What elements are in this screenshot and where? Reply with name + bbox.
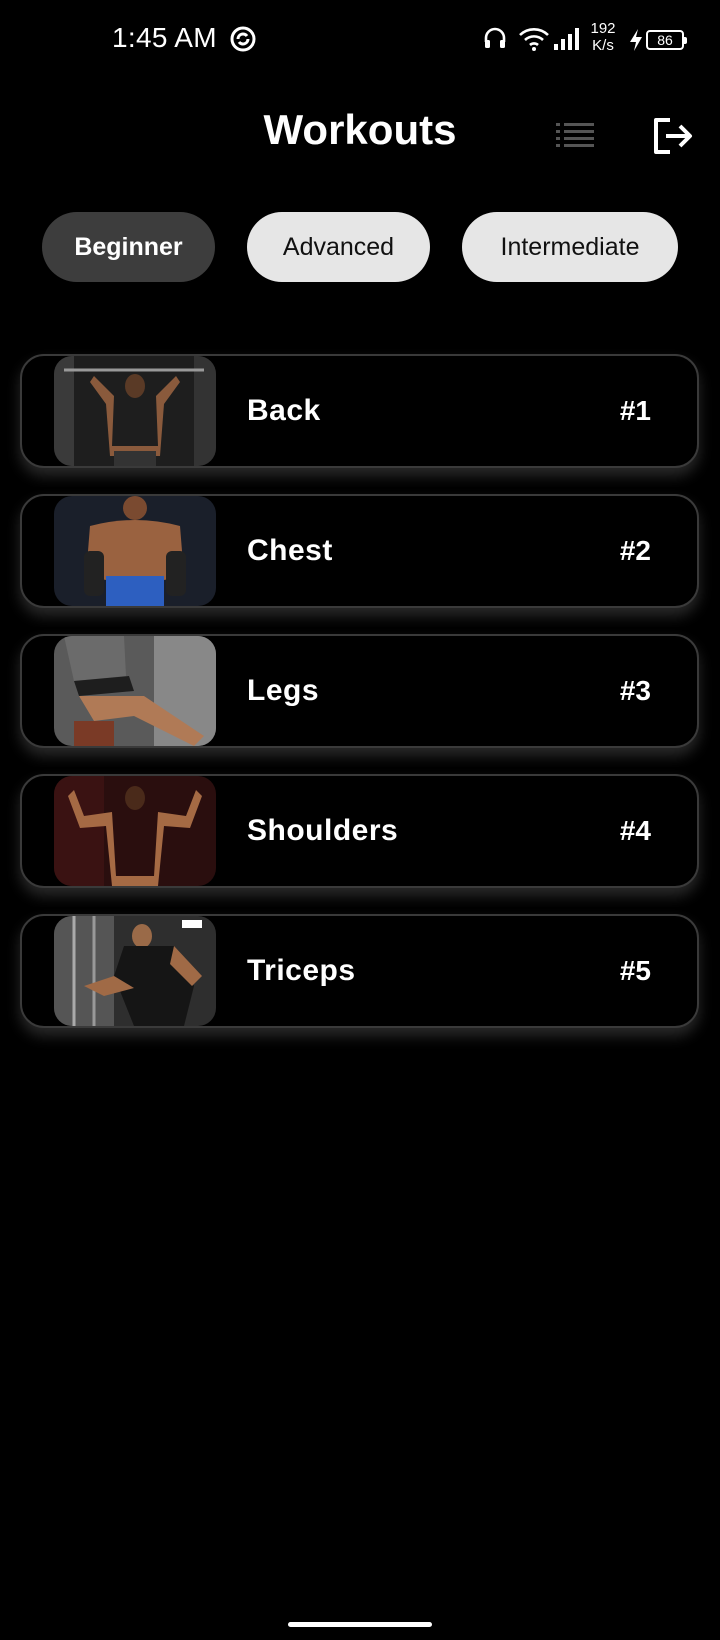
workout-card-shoulders[interactable]: Shoulders #4: [20, 774, 699, 888]
workout-card-triceps[interactable]: Triceps #5: [20, 914, 699, 1028]
workout-name: Shoulders: [247, 814, 399, 847]
workout-card-chest[interactable]: Chest #2: [20, 494, 699, 608]
workout-number: #2: [619, 535, 651, 566]
workout-image-triceps: [54, 916, 216, 1026]
charging-icon: [630, 29, 642, 51]
workout-image-shoulders: [54, 776, 216, 886]
workout-image-back: [54, 356, 216, 466]
workout-name: Legs: [247, 674, 320, 707]
headset-icon: [484, 27, 506, 48]
filter-advanced[interactable]: Advanced: [247, 212, 430, 282]
sync-icon: [230, 26, 256, 52]
wifi-icon: [519, 28, 549, 51]
workout-list: Back #1 Chest #2 Legs #3 Shoulders #4 Tr…: [20, 354, 699, 1054]
signal-icon: [554, 28, 579, 50]
status-bar: 1:45 AM 192 K/s 86: [0, 0, 720, 80]
network-speed: 192 K/s: [590, 20, 616, 54]
workout-number: #3: [619, 675, 651, 706]
workout-card-back[interactable]: Back #1: [20, 354, 699, 468]
page-title: Workouts: [263, 106, 457, 153]
battery-icon: 86: [646, 30, 687, 50]
workout-name: Back: [247, 394, 321, 427]
workout-name: Chest: [247, 534, 333, 567]
workout-number: #5: [619, 955, 651, 986]
workout-card-legs[interactable]: Legs #3: [20, 634, 699, 748]
workout-number: #1: [619, 395, 651, 426]
list-icon[interactable]: [556, 120, 594, 150]
workout-image-legs: [54, 636, 216, 746]
workout-name: Triceps: [247, 954, 356, 987]
status-time: 1:45 AM: [112, 22, 217, 53]
filter-intermediate[interactable]: Intermediate: [462, 212, 678, 282]
workout-number: #4: [619, 815, 651, 846]
filter-beginner[interactable]: Beginner: [42, 212, 215, 282]
workout-image-chest: [54, 496, 216, 606]
home-indicator[interactable]: [288, 1622, 432, 1627]
difficulty-filters: Beginner Advanced Intermediate: [0, 212, 720, 282]
logout-icon[interactable]: [650, 114, 694, 158]
